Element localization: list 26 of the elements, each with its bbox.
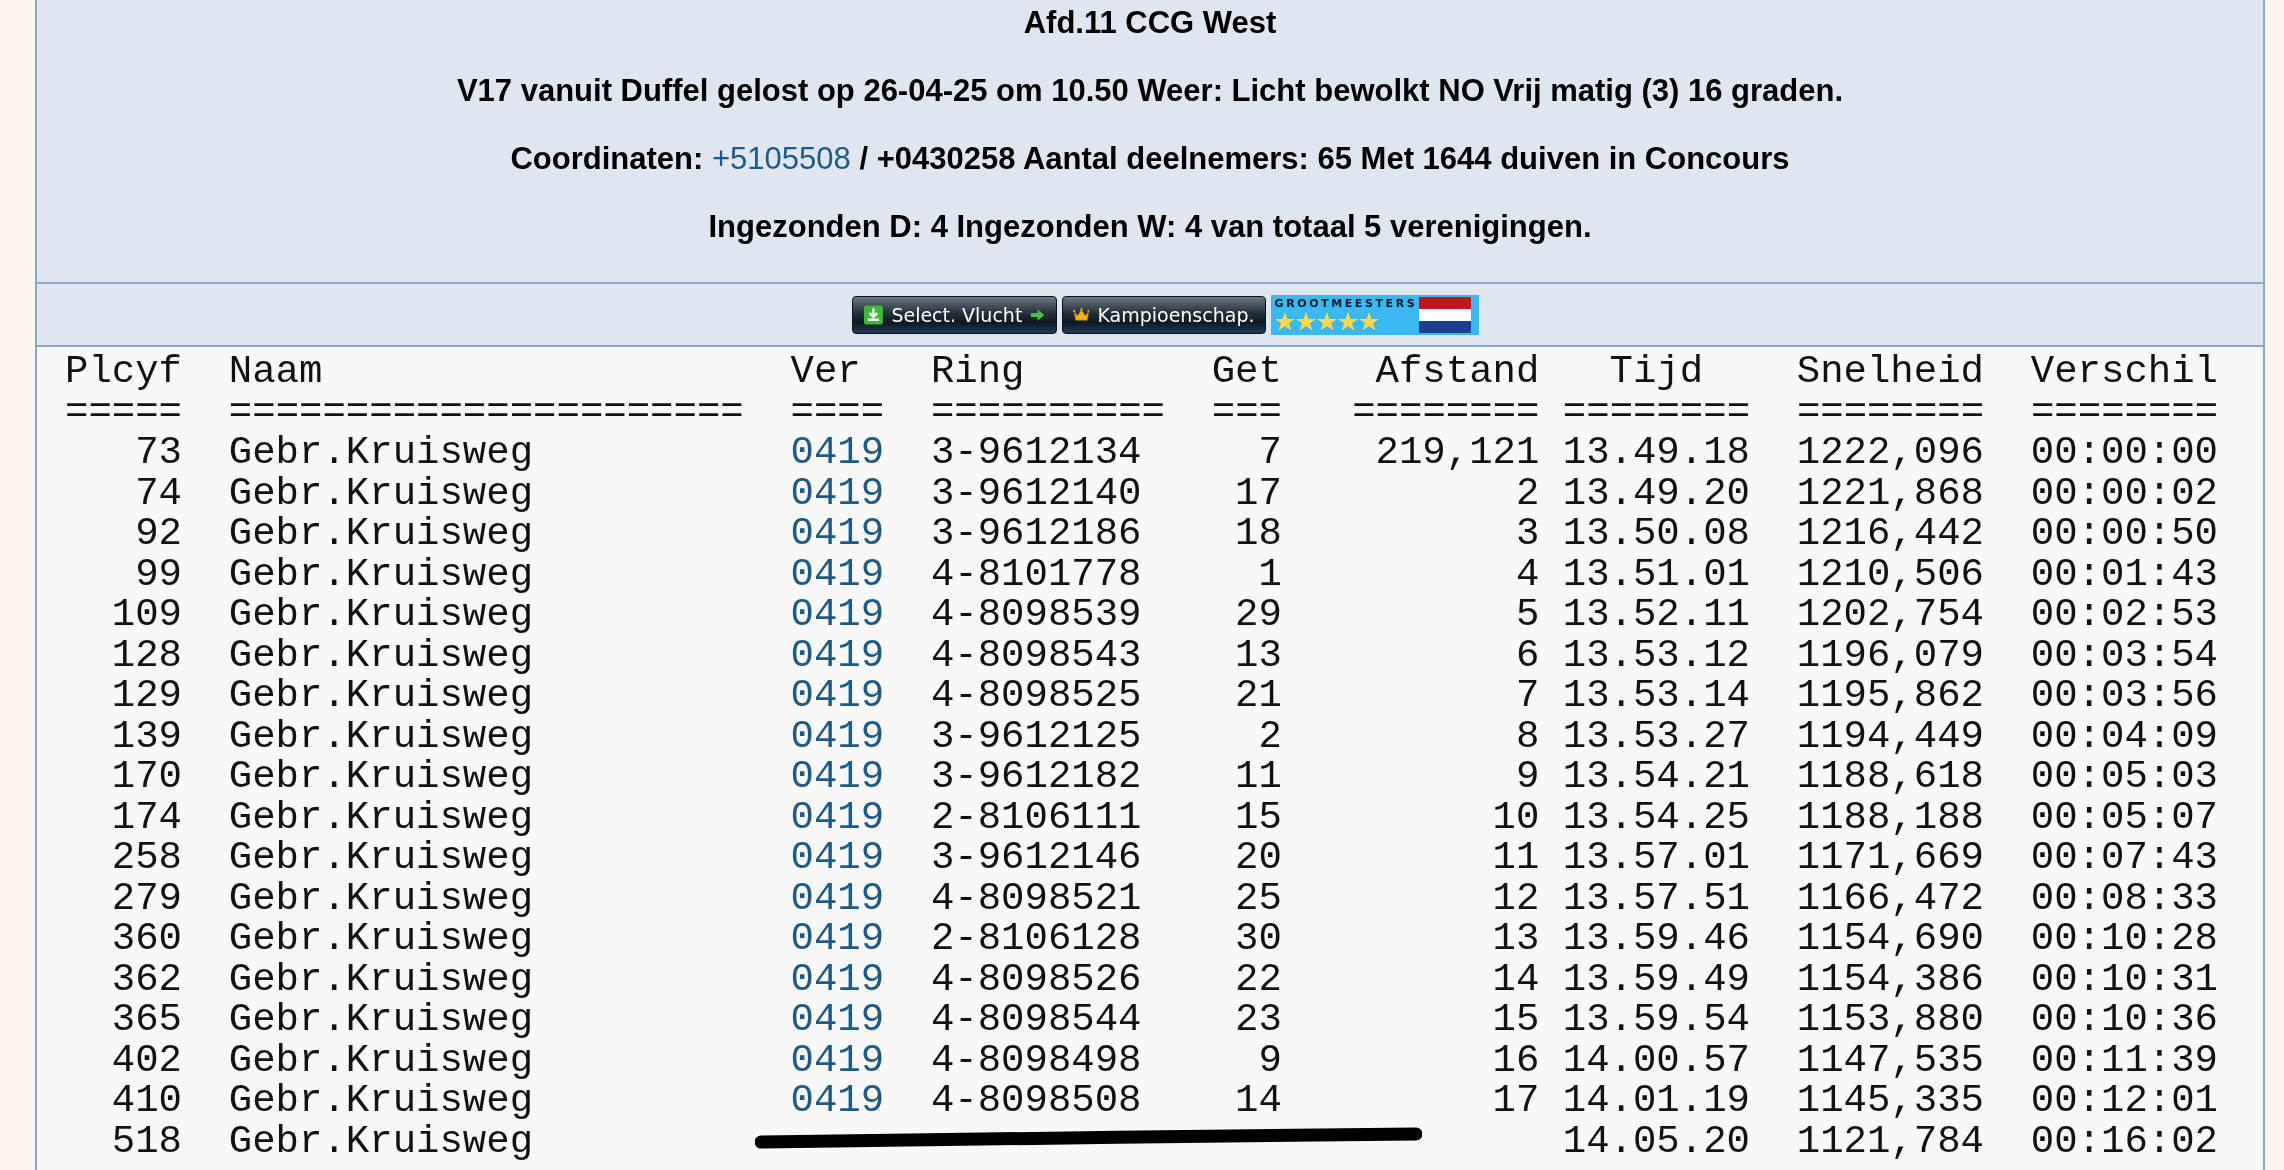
column-header: Ver	[790, 350, 861, 394]
star-icon	[1337, 312, 1358, 331]
column-header: Snelheid	[1796, 350, 1984, 394]
column-header: Ring	[930, 350, 1025, 394]
championship-button[interactable]: Kampioenschap.	[1061, 295, 1266, 334]
select-flight-button[interactable]: Select. Vlucht	[851, 295, 1057, 334]
coordinates-info: Coordinaten: +5105508 / +0430258 Aantal deelnemers: 65 Met 1644 duiven in Concours	[510, 140, 1790, 178]
star-icon	[1316, 312, 1337, 331]
star-icon	[1295, 312, 1316, 331]
page-title: Afd.11 CCG West	[1023, 4, 1277, 42]
download-icon	[862, 303, 884, 326]
coordinate-link[interactable]: +5105508	[712, 141, 851, 176]
star-icon	[1358, 312, 1379, 331]
flight-info: V17 vanuit Duffel gelost op 26-04-25 om 10.50 Weer: Licht bewolkt NO Vrij matig (3) 16 graden.	[456, 72, 1844, 110]
column-header: Plcyf	[65, 350, 183, 394]
column-header: Verschil	[2030, 350, 2218, 394]
banner-title: GROOTMEESTERS	[1274, 298, 1418, 310]
submission-info: Ingezonden D: 4 Ingezonden W: 4 van totaal 5 verenigingen.	[708, 208, 1592, 246]
column-header: Get	[1211, 350, 1282, 394]
header-rule: ===== ====================== ==== ========== === ======== ======== ======== ========	[65, 392, 2219, 433]
column-header: Tijd	[1609, 350, 1704, 394]
flag-icon	[1419, 296, 1472, 333]
grandmasters-banner[interactable]: GROOTMEESTERS	[1270, 294, 1479, 335]
column-header: Afstand	[1375, 350, 1540, 394]
star-icon	[1274, 312, 1295, 331]
column-header: Naam	[228, 350, 323, 394]
